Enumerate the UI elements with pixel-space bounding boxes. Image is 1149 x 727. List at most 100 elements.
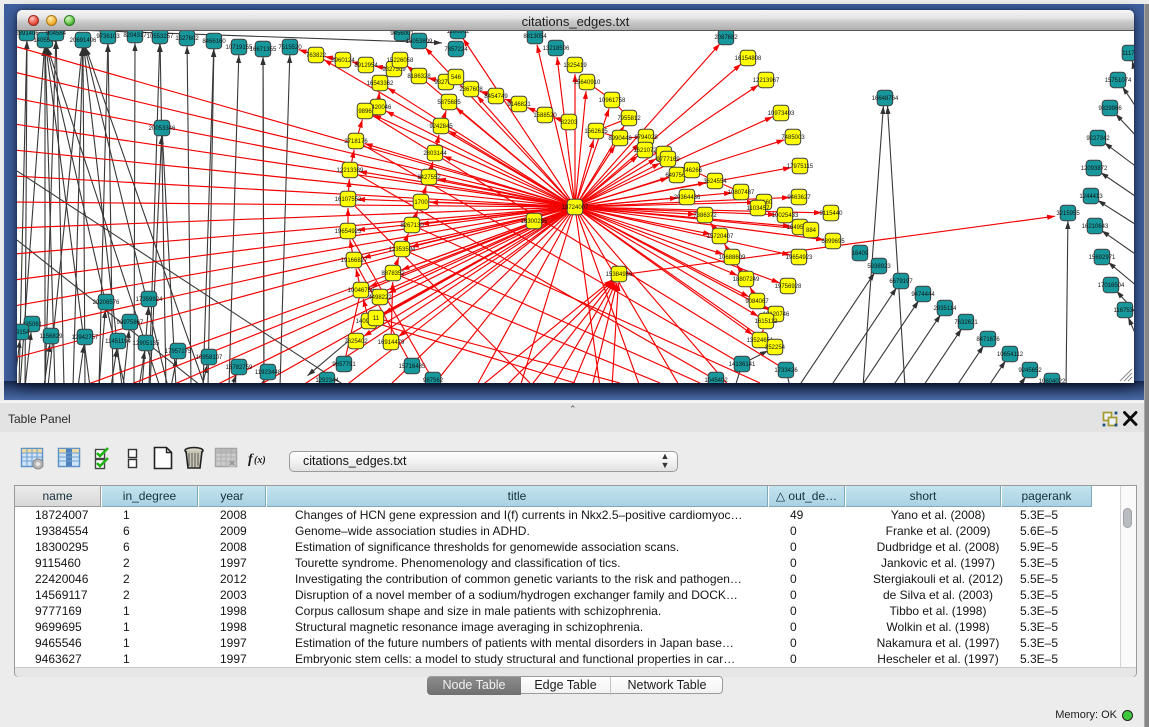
svg-text:17957275: 17957275 [165,349,192,355]
svg-text:3215955: 3215955 [1056,211,1080,217]
svg-text:1045402: 1045402 [704,378,728,383]
svg-text:546: 546 [451,75,462,81]
svg-text:8466160: 8466160 [202,39,226,45]
svg-text:9896: 9896 [358,109,372,115]
svg-text:10654112: 10654112 [997,352,1024,358]
svg-text:16782759: 16782759 [226,365,253,371]
svg-text:12942757: 12942757 [72,335,99,341]
svg-text:16409: 16409 [852,251,869,257]
svg-text:12093872: 12093872 [1081,166,1108,172]
svg-text:8990448: 8990448 [608,136,632,142]
svg-text:1527602: 1527602 [175,36,199,42]
svg-text:2803144: 2803144 [423,151,447,157]
svg-text:1167534: 1167534 [1114,308,1134,314]
svg-text:82203: 82203 [561,120,578,126]
svg-text:9474444: 9474444 [911,292,935,298]
svg-text:9245652: 9245652 [1018,368,1042,374]
svg-text:987562: 987562 [423,378,444,383]
svg-text:10688609: 10688609 [719,255,746,261]
svg-text:18807249: 18807249 [733,277,760,283]
svg-text:12213389: 12213389 [337,168,364,174]
svg-text:12353594: 12353594 [389,247,416,253]
svg-text:9227342: 9227342 [1086,136,1110,142]
svg-text:19654923: 19654923 [786,255,813,261]
svg-text:1562615: 1562615 [584,129,608,135]
svg-text:9463627: 9463627 [787,195,811,201]
svg-text:8471676: 8471676 [976,337,1000,343]
svg-text:1292344: 1292344 [315,378,339,383]
svg-text:8204317: 8204317 [123,33,147,39]
svg-text:7386372: 7386372 [693,213,717,219]
svg-text:15716485: 15716485 [399,364,426,370]
svg-text:15751074: 15751074 [1105,78,1132,84]
svg-text:8427552: 8427552 [417,175,441,181]
svg-text:10973493: 10973493 [768,111,795,117]
svg-text:18300295: 18300295 [521,219,548,225]
svg-text:252254: 252254 [765,345,786,351]
svg-text:20364436: 20364436 [674,195,701,201]
svg-text:10553257: 10553257 [147,34,174,40]
svg-text:20206576: 20206576 [93,300,120,306]
svg-text:10961758: 10961758 [599,98,626,104]
svg-text:15692971: 15692971 [1089,255,1116,261]
svg-text:1325419: 1325419 [563,63,587,69]
svg-text:4498222: 4498222 [368,295,392,301]
svg-text:1615112: 1615112 [755,319,779,325]
svg-text:2891406: 2891406 [17,31,39,37]
svg-text:93975867: 93975867 [117,320,144,326]
svg-text:8912954: 8912954 [354,63,378,69]
svg-text:7625402: 7625402 [344,339,368,345]
svg-text:1733426: 1733426 [774,368,798,374]
svg-text:20691406: 20691406 [70,38,97,44]
svg-text:19166827: 19166827 [341,258,368,264]
svg-text:15384956: 15384956 [606,272,633,278]
svg-text:18724007: 18724007 [562,205,589,211]
svg-text:17975115: 17975115 [787,164,814,170]
svg-text:15226058: 15226058 [387,58,414,64]
svg-text:16671355: 16671355 [250,47,277,53]
svg-text:763822: 763822 [306,53,327,59]
svg-text:7515520: 7515520 [278,45,302,51]
svg-text:16210643: 16210643 [1082,224,1109,230]
svg-text:5938923: 5938923 [867,264,891,270]
svg-text:12213967: 12213967 [753,78,780,84]
svg-text:3624554: 3624554 [703,179,727,185]
svg-text:10807487: 10807487 [728,190,755,196]
svg-text:2718176: 2718176 [344,139,368,145]
svg-text:10025433: 10025433 [772,213,799,219]
svg-text:2367608: 2367608 [459,87,483,93]
svg-text:1700: 1700 [414,200,428,206]
svg-text:8813054: 8813054 [523,34,547,40]
svg-text:8454749: 8454749 [484,94,508,100]
svg-text:9146821: 9146821 [507,102,531,108]
svg-text:13218506: 13218506 [543,46,570,52]
svg-text:10046756: 10046756 [348,288,375,294]
svg-text:19654925: 19654925 [335,229,362,235]
svg-text:7955812: 7955812 [617,116,641,122]
svg-text:17359924: 17359924 [136,297,163,303]
svg-text:1156829: 1156829 [40,334,64,340]
svg-text:9115440: 9115440 [820,211,844,217]
svg-text:11923448: 11923448 [255,370,282,376]
svg-text:16648764: 16648764 [872,96,899,102]
svg-text:20053346: 20053346 [149,126,176,132]
svg-text:15720407: 15720407 [707,234,734,240]
svg-text:6679197: 6679197 [889,279,913,285]
svg-text:746266: 746266 [682,168,703,174]
svg-text:9736103: 9736103 [96,34,120,40]
svg-text:11: 11 [373,316,380,322]
svg-text:16914479: 16914479 [378,340,405,346]
svg-text:8186328: 8186328 [407,74,431,80]
svg-text:16543362: 16543362 [367,81,394,87]
svg-text:10958107: 10958107 [196,355,223,361]
svg-text:8878352: 8878352 [381,271,405,277]
svg-text:9777169: 9777169 [656,157,680,163]
svg-text:1588520: 1588520 [533,113,557,119]
svg-text:904584: 904584 [46,31,67,37]
svg-text:10604022: 10604022 [1039,379,1066,383]
svg-text:16053809: 16053809 [406,39,433,45]
svg-text:16154808: 16154808 [735,56,762,62]
svg-text:14136141: 14136141 [729,362,756,368]
svg-text:11451194: 11451194 [105,339,131,345]
svg-text:8267130: 8267130 [400,223,424,229]
